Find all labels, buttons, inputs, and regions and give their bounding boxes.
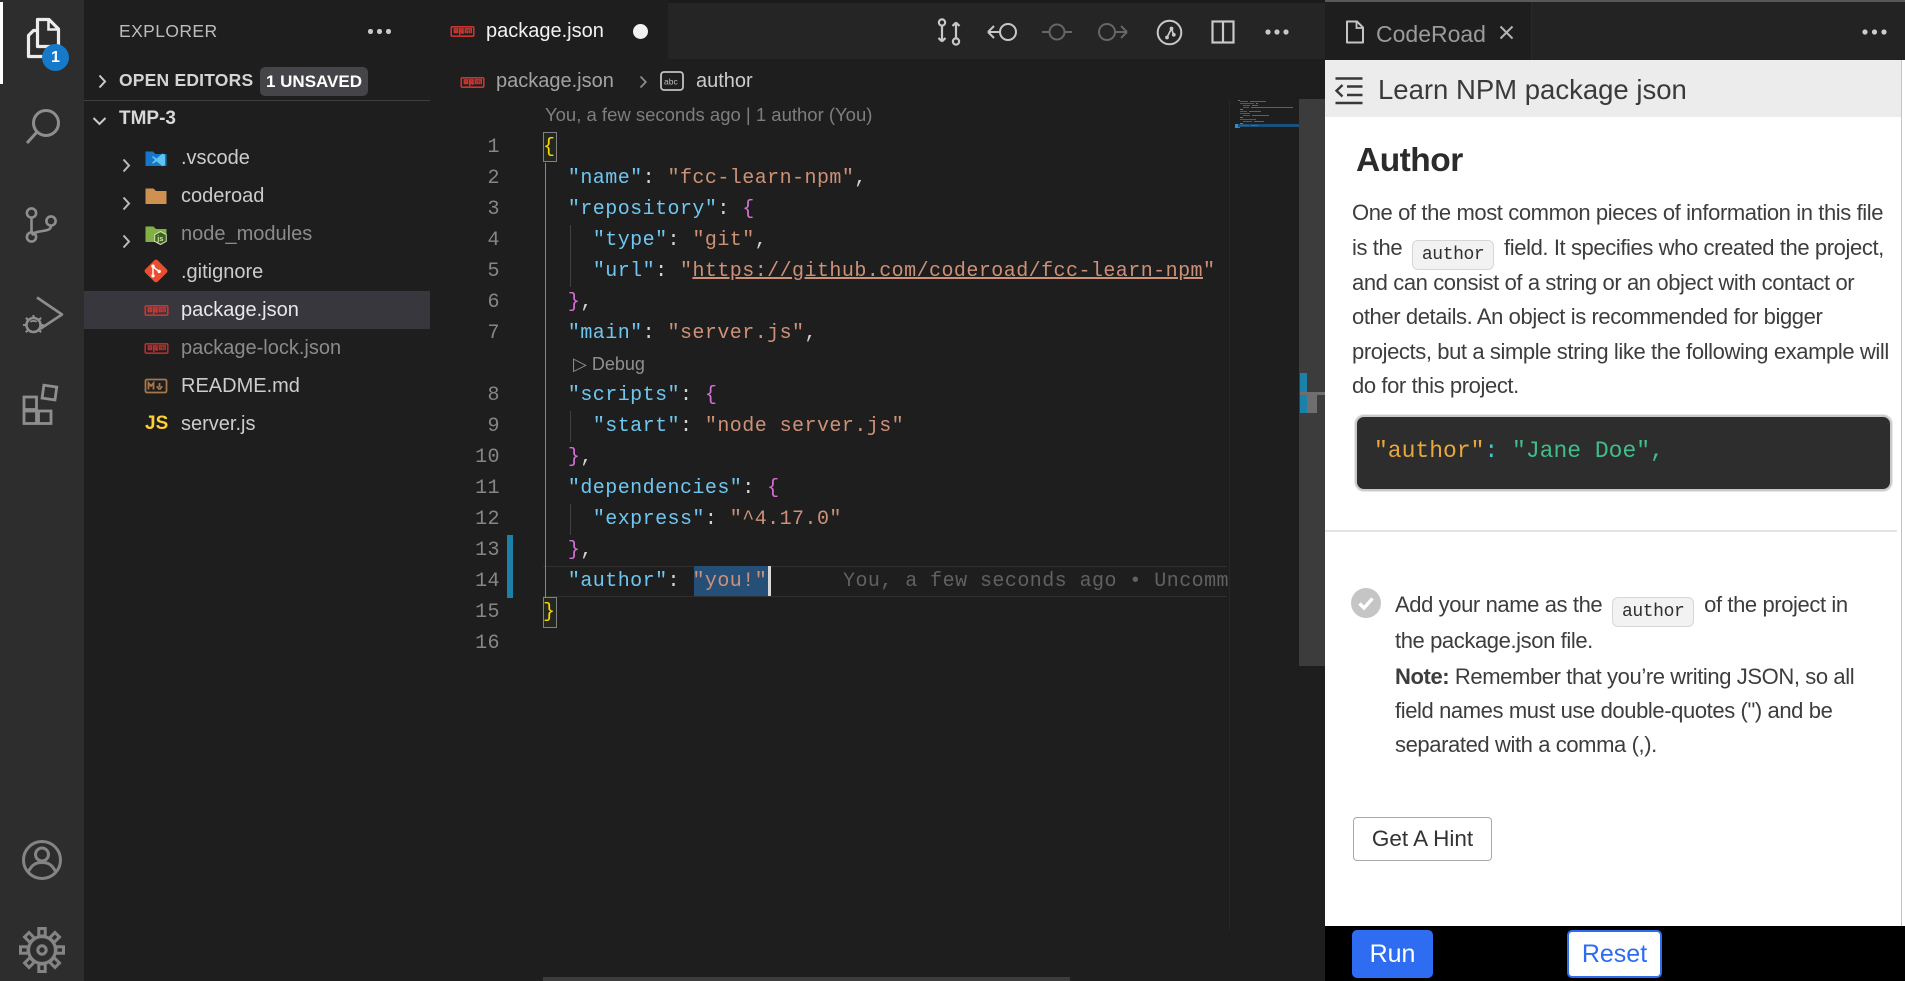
- svg-text:abc: abc: [664, 77, 678, 87]
